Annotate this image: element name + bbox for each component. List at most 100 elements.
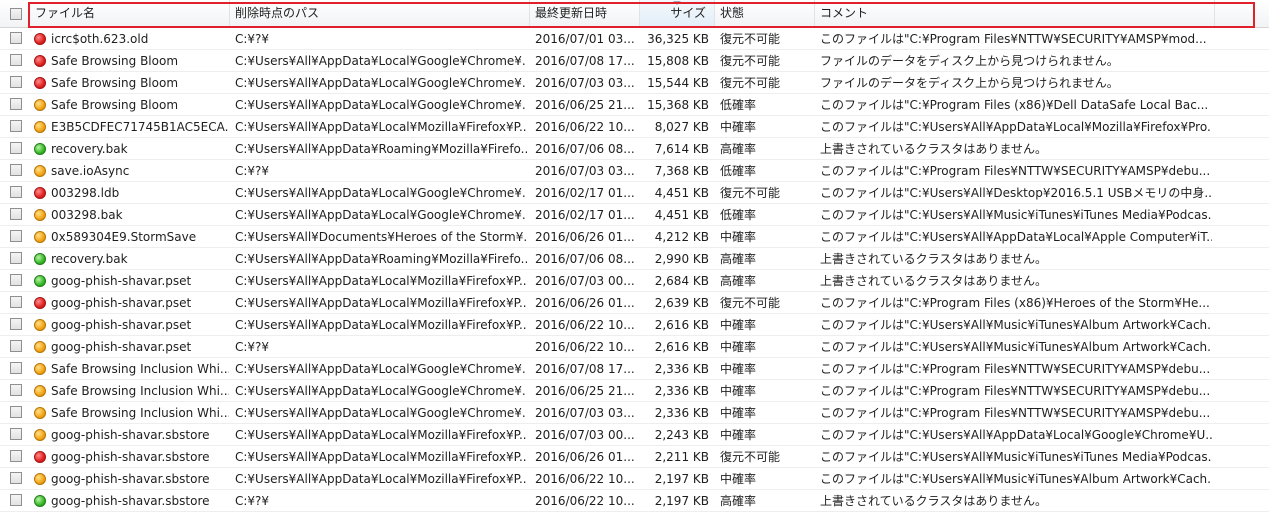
file-path: C:¥Users¥All¥AppData¥Local¥Google¥Chrome… (235, 54, 527, 68)
file-size: 8,027 KB (654, 120, 709, 134)
status-orange-icon (34, 341, 46, 353)
file-size: 2,336 KB (654, 406, 709, 420)
row-checkbox[interactable] (10, 142, 22, 154)
file-comment: このファイルは"C:¥Users¥All¥AppData¥Local¥Apple… (820, 230, 1212, 244)
column-header-comment[interactable]: コメント (815, 0, 1215, 27)
status-orange-icon (34, 407, 46, 419)
file-size: 4,451 KB (654, 208, 709, 222)
row-checkbox[interactable] (10, 186, 22, 198)
file-modified: 2016/07/03 03... (535, 406, 635, 420)
status-orange-icon (34, 165, 46, 177)
file-row[interactable]: goog-phish-shavar.pset C:¥Users¥All¥AppDa… (0, 314, 1269, 336)
file-row[interactable]: goog-phish-shavar.pset C:¥Users¥All¥AppDa… (0, 292, 1269, 314)
file-path: C:¥Users¥All¥AppData¥Local¥Mozilla¥Firef… (235, 428, 527, 442)
file-path: C:¥Users¥All¥AppData¥Local¥Google¥Chrome… (235, 406, 527, 420)
status-red-icon (34, 451, 46, 463)
file-state: 低確率 (720, 208, 757, 222)
file-path: C:¥Users¥All¥AppData¥Local¥Google¥Chrome… (235, 98, 527, 112)
row-checkbox[interactable] (10, 208, 22, 220)
file-state: 中確率 (720, 318, 757, 332)
select-all-checkbox[interactable] (10, 8, 22, 20)
row-checkbox[interactable] (10, 472, 22, 484)
file-modified: 2016/06/22 10... (535, 120, 635, 134)
row-checkbox[interactable] (10, 450, 22, 462)
file-comment: このファイルは"C:¥Program Files¥NTTW¥SECURITY¥A… (820, 32, 1207, 46)
column-header-size[interactable]: サイズ (640, 0, 715, 27)
row-checkbox[interactable] (10, 362, 22, 374)
file-comment: このファイルは"C:¥Users¥All¥AppData¥Local¥Googl… (820, 428, 1212, 442)
row-checkbox[interactable] (10, 406, 22, 418)
row-checkbox[interactable] (10, 252, 22, 264)
file-row[interactable]: Safe Browsing Bloom C:¥Users¥All¥AppData¥… (0, 72, 1269, 94)
row-checkbox[interactable] (10, 32, 22, 44)
file-comment: ファイルのデータをディスク上から見つけられません。 (820, 76, 1119, 90)
file-path: C:¥Users¥All¥AppData¥Local¥Mozilla¥Firef… (235, 274, 527, 288)
status-red-icon (34, 33, 46, 45)
file-row[interactable]: goog-phish-shavar.sbstore C:¥Users¥All¥Ap… (0, 468, 1269, 490)
file-row[interactable]: Safe Browsing Inclusion Whi... C:¥Users¥A… (0, 402, 1269, 424)
row-checkbox[interactable] (10, 54, 22, 66)
file-comment: このファイルは"C:¥Users¥All¥AppData¥Local¥Mozil… (820, 120, 1212, 134)
column-header-filename[interactable]: ファイル名 (30, 0, 230, 27)
file-row[interactable]: recovery.bak C:¥Users¥All¥AppData¥Roaming… (0, 138, 1269, 160)
file-row[interactable]: Safe Browsing Bloom C:¥Users¥All¥AppData¥… (0, 94, 1269, 116)
file-row[interactable]: recovery.bak C:¥Users¥All¥AppData¥Roaming… (0, 248, 1269, 270)
file-state: 中確率 (720, 340, 757, 354)
file-row[interactable]: 003298.bak C:¥Users¥All¥AppData¥Local¥Goo… (0, 204, 1269, 226)
file-name: goog-phish-shavar.pset (51, 274, 192, 288)
row-checkbox[interactable] (10, 384, 22, 396)
file-row[interactable]: 003298.ldb C:¥Users¥All¥AppData¥Local¥Goo… (0, 182, 1269, 204)
file-size: 2,197 KB (654, 494, 709, 508)
status-red-icon (34, 187, 46, 199)
file-row[interactable]: save.ioAsync C:¥?¥ 2016/07/03 03... 7,368 K… (0, 160, 1269, 182)
row-checkbox[interactable] (10, 296, 22, 308)
row-checkbox[interactable] (10, 164, 22, 176)
column-header-state[interactable]: 状態 (715, 0, 815, 27)
file-row[interactable]: goog-phish-shavar.sbstore C:¥?¥ 2016/06/22… (0, 490, 1269, 512)
file-state: 高確率 (720, 494, 757, 508)
file-path: C:¥Users¥All¥AppData¥Local¥Google¥Chrome… (235, 186, 527, 200)
file-row[interactable]: icrc$oth.623.old C:¥?¥ 2016/07/01 03... 36,… (0, 28, 1269, 50)
file-row[interactable]: goog-phish-shavar.pset C:¥?¥ 2016/06/22 10… (0, 336, 1269, 358)
file-row[interactable]: Safe Browsing Bloom C:¥Users¥All¥AppData¥… (0, 50, 1269, 72)
row-checkbox[interactable] (10, 428, 22, 440)
file-name: recovery.bak (51, 252, 128, 266)
row-checkbox[interactable] (10, 340, 22, 352)
file-comment: このファイルは"C:¥Users¥All¥Music¥iTunes¥Album … (820, 318, 1212, 332)
row-checkbox[interactable] (10, 318, 22, 330)
column-header-path[interactable]: 削除時点のパス (230, 0, 530, 27)
file-modified: 2016/06/22 10... (535, 472, 635, 486)
file-row[interactable]: 0x589304E9.StormSave C:¥Users¥All¥Documen… (0, 226, 1269, 248)
file-path: C:¥Users¥All¥Documents¥Heroes of the Sto… (235, 230, 527, 244)
file-name: goog-phish-shavar.sbstore (51, 450, 210, 464)
file-row[interactable]: goog-phish-shavar.sbstore C:¥Users¥All¥Ap… (0, 424, 1269, 446)
file-state: 中確率 (720, 230, 757, 244)
row-checkbox[interactable] (10, 494, 22, 506)
row-checkbox[interactable] (10, 76, 22, 88)
status-red-icon (34, 55, 46, 67)
file-size: 2,336 KB (654, 362, 709, 376)
status-green-icon (34, 495, 46, 507)
file-state: 復元不可能 (720, 76, 781, 90)
file-comment: 上書きされているクラスタはありません。 (820, 274, 1048, 288)
file-path: C:¥?¥ (235, 32, 270, 46)
row-checkbox[interactable] (10, 230, 22, 242)
file-size: 2,639 KB (654, 296, 709, 310)
file-modified: 2016/07/08 17... (535, 362, 635, 376)
row-checkbox[interactable] (10, 274, 22, 286)
column-header-modified[interactable]: 最終更新日時 (530, 0, 640, 27)
file-row[interactable]: E3B5CDFEC71745B1AC5ECA... C:¥Users¥All¥Ap… (0, 116, 1269, 138)
file-name: Safe Browsing Inclusion Whi... (51, 384, 229, 398)
file-row[interactable]: Safe Browsing Inclusion Whi... C:¥Users¥A… (0, 358, 1269, 380)
file-state: 中確率 (720, 428, 757, 442)
status-orange-icon (34, 319, 46, 331)
file-row[interactable]: Safe Browsing Inclusion Whi... C:¥Users¥A… (0, 380, 1269, 402)
file-row[interactable]: goog-phish-shavar.sbstore C:¥Users¥All¥Ap… (0, 446, 1269, 468)
file-row[interactable]: goog-phish-shavar.pset C:¥Users¥All¥AppDa… (0, 270, 1269, 292)
row-checkbox[interactable] (10, 120, 22, 132)
row-checkbox[interactable] (10, 98, 22, 110)
file-state: 復元不可能 (720, 186, 781, 200)
file-size: 2,616 KB (654, 318, 709, 332)
file-path: C:¥?¥ (235, 164, 270, 178)
file-modified: 2016/07/03 03... (535, 76, 635, 90)
